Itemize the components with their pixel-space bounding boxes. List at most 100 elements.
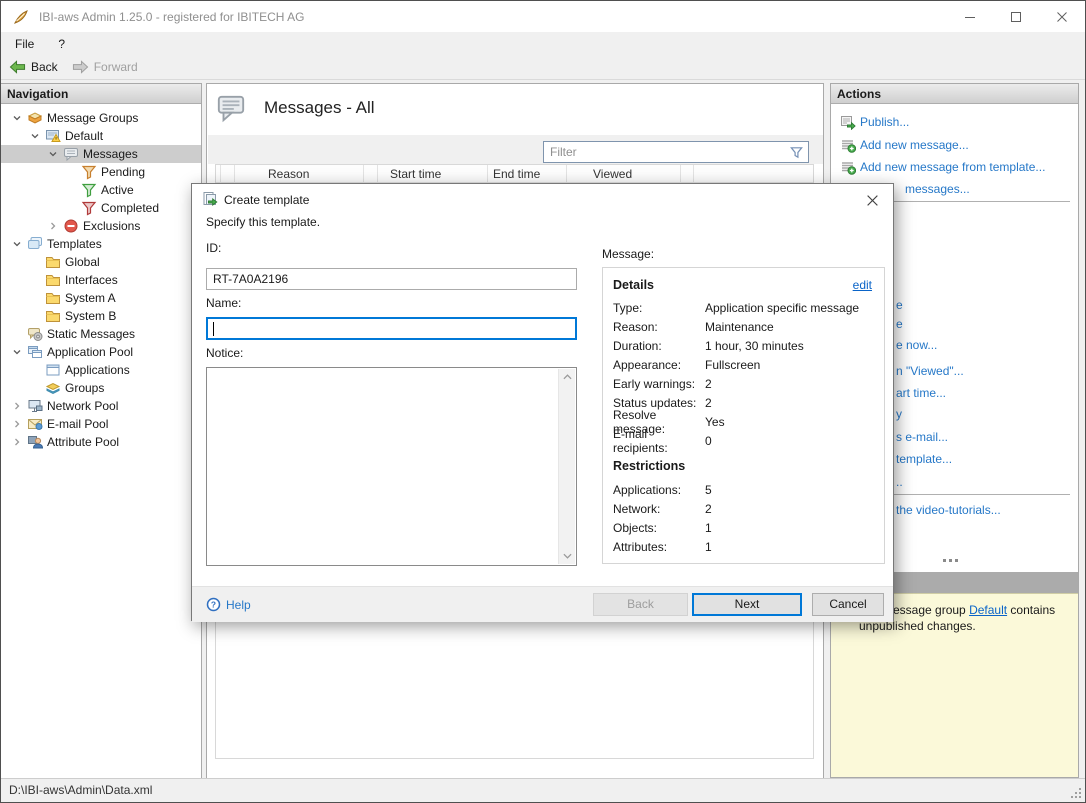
covered-action-link-fragment[interactable]: e	[896, 317, 903, 331]
covered-action-link-fragment[interactable]: art time...	[896, 386, 946, 400]
detail-row: Reason: Maintenance	[613, 317, 872, 336]
tree-item-global[interactable]: Global	[1, 253, 201, 271]
scroll-down-icon[interactable]	[559, 548, 575, 564]
detail-row: E-mail recipients: 0	[613, 427, 872, 455]
chevron-down-icon[interactable]	[9, 345, 25, 359]
dialog-subtitle: Specify this template.	[206, 215, 321, 229]
tree-item-attribute-pool[interactable]: Attribute Pool	[1, 433, 201, 451]
filter-box	[543, 141, 809, 163]
column-header-start-time[interactable]: Start time	[390, 167, 441, 181]
column-separator[interactable]	[693, 165, 694, 183]
text-caret	[213, 322, 214, 336]
tree-item-interfaces[interactable]: Interfaces	[1, 271, 201, 289]
back-dialog-button[interactable]: Back	[593, 593, 688, 616]
chevron-right-icon[interactable]	[9, 417, 25, 431]
tree-item-applications[interactable]: Applications	[1, 361, 201, 379]
tree-item-e-mail-pool[interactable]: E-mail Pool	[1, 415, 201, 433]
tree-item-completed[interactable]: Completed	[1, 199, 201, 217]
resize-grip[interactable]	[1070, 787, 1082, 799]
maximize-button[interactable]	[993, 1, 1039, 32]
action-link-add-new-message-from-template[interactable]: Add new message from template...	[840, 159, 1045, 175]
detail-row: Objects: 1	[613, 518, 872, 537]
tree-item-system-a[interactable]: System A	[1, 289, 201, 307]
notice-textarea[interactable]	[206, 367, 577, 566]
chevron-down-icon[interactable]	[9, 237, 25, 251]
menu-file[interactable]: File	[5, 34, 44, 54]
detail-value: 2	[705, 395, 712, 410]
chevron-down-icon[interactable]	[45, 147, 61, 161]
column-header-reason[interactable]: Reason	[268, 167, 309, 181]
tree-item-templates[interactable]: Templates	[1, 235, 201, 253]
tree-item-label: Applications	[65, 363, 130, 377]
column-header-end-time[interactable]: End time	[493, 167, 540, 181]
column-separator[interactable]	[377, 165, 378, 183]
tree-item-label: Completed	[101, 201, 160, 215]
covered-action-link-fragment[interactable]: ..	[896, 475, 903, 489]
covered-action-link-fragment[interactable]: e now...	[896, 338, 937, 352]
chevron-down-icon[interactable]	[9, 111, 25, 125]
covered-action-link-fragment[interactable]: y	[896, 407, 902, 421]
chevron-right-icon[interactable]	[9, 435, 25, 449]
filter-input[interactable]	[550, 143, 780, 161]
action-link-add-new-message[interactable]: Add new message...	[840, 137, 969, 153]
tree-item-static-messages[interactable]: Static Messages	[1, 325, 201, 343]
column-separator[interactable]	[680, 165, 681, 183]
tree-item-groups[interactable]: Groups	[1, 379, 201, 397]
id-field[interactable]	[206, 268, 577, 290]
column-separator[interactable]	[220, 165, 221, 183]
back-button-label: Back	[31, 60, 58, 74]
covered-action-link-fragment[interactable]: e	[896, 298, 903, 312]
tree-item-application-pool[interactable]: Application Pool	[1, 343, 201, 361]
applications-icon	[45, 362, 61, 378]
tree-item-pending[interactable]: Pending	[1, 163, 201, 181]
forward-button[interactable]: Forward	[66, 57, 144, 77]
default-group-link[interactable]: Default	[969, 603, 1007, 617]
tree-item-active[interactable]: Active	[1, 181, 201, 199]
column-separator[interactable]	[234, 165, 235, 183]
column-separator[interactable]	[566, 165, 567, 183]
detail-value: Maintenance	[705, 319, 774, 334]
detail-value: Yes	[705, 414, 725, 429]
add-message-template-icon	[840, 159, 856, 175]
cancel-button[interactable]: Cancel	[812, 593, 884, 616]
menu-help[interactable]: ?	[48, 34, 75, 54]
next-button[interactable]: Next	[692, 593, 802, 616]
filter-funnel-icon[interactable]	[789, 145, 804, 160]
chevron-right-icon[interactable]	[9, 399, 25, 413]
chevron-down-icon[interactable]	[27, 129, 43, 143]
scroll-up-icon[interactable]	[559, 369, 575, 385]
tree-item-label: Attribute Pool	[47, 435, 120, 449]
video-tutorials-link[interactable]: the video-tutorials...	[896, 503, 1001, 517]
dialog-close-icon[interactable]	[859, 189, 885, 211]
tree-item-messages[interactable]: Messages	[1, 145, 201, 163]
covered-action-link-fragment[interactable]: template...	[896, 452, 952, 466]
tree-item-default[interactable]: Default	[1, 127, 201, 145]
close-button[interactable]	[1039, 1, 1085, 32]
column-header-viewed[interactable]: Viewed	[593, 167, 632, 181]
tree-item-exclusions[interactable]: Exclusions	[1, 217, 201, 235]
panel-gripper-dots[interactable]	[943, 559, 946, 562]
email-pool-icon	[27, 416, 43, 432]
action-link-label: Add new message from template...	[860, 160, 1046, 174]
detail-value: 5	[705, 482, 712, 497]
tree-item-network-pool[interactable]: Network Pool	[1, 397, 201, 415]
status-path: D:\IBI-aws\Admin\Data.xml	[9, 783, 153, 797]
column-separator[interactable]	[487, 165, 488, 183]
covered-action-link-fragment[interactable]: n "Viewed"...	[896, 364, 964, 378]
back-button[interactable]: Back	[3, 57, 64, 77]
tree-item-system-b[interactable]: System B	[1, 307, 201, 325]
notice-scrollbar[interactable]	[558, 369, 575, 564]
edit-link[interactable]: edit	[853, 278, 872, 292]
tree-item-message-groups[interactable]: Message Groups	[1, 109, 201, 127]
expander-spacer	[27, 273, 43, 287]
chevron-right-icon[interactable]	[45, 219, 61, 233]
column-separator[interactable]	[363, 165, 364, 183]
expander-spacer	[27, 381, 43, 395]
minimize-button[interactable]	[947, 1, 993, 32]
id-label: ID:	[206, 241, 222, 255]
help-link[interactable]: ? Help	[206, 597, 251, 612]
covered-action-link-fragment[interactable]: s e-mail...	[896, 430, 948, 444]
name-field[interactable]	[206, 317, 577, 340]
tree-item-label: Global	[65, 255, 100, 269]
action-link-publish[interactable]: Publish...	[840, 114, 909, 130]
